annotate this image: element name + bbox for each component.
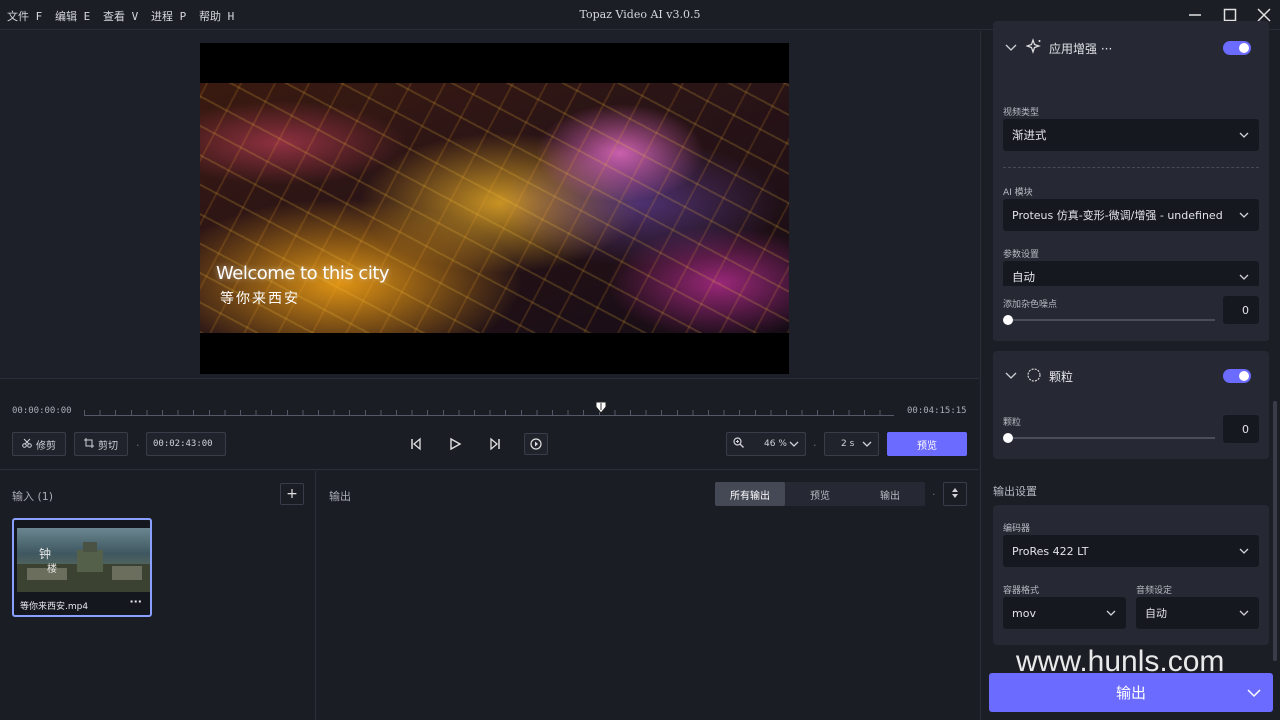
timeline-panel: 00:00:00:00 00:04:15:15 修剪 剪切 · 00:02:43… — [0, 378, 979, 470]
chevron-down-icon — [1238, 607, 1250, 619]
input-file-card[interactable]: 钟 楼 等你来西安.mp4 ··· — [12, 518, 152, 617]
video-type-select[interactable]: 渐进式 — [1003, 119, 1259, 151]
next-frame-icon[interactable] — [486, 435, 504, 453]
scissors-icon — [22, 438, 32, 451]
crop-icon — [84, 437, 94, 451]
chevron-down-icon — [1238, 271, 1250, 283]
params-value: 自动 — [1012, 270, 1035, 284]
chevron-down-icon — [862, 439, 872, 452]
params-label: 参数设置 — [1003, 250, 1040, 260]
playhead-icon[interactable] — [595, 401, 607, 414]
sort-icon — [951, 487, 959, 502]
output-filter-tabs: 所有输出 预览 输出 — [715, 482, 925, 506]
output-panel-title: 输出 — [329, 490, 351, 503]
enhancement-toggle[interactable] — [1223, 41, 1251, 55]
grain-toggle[interactable] — [1223, 369, 1251, 383]
preview-button[interactable]: 预览 — [887, 432, 967, 456]
input-panel: 输入 (1) + 钟 楼 等你来西安.mp4 ··· — [0, 471, 316, 720]
crop-button[interactable]: 剪切 — [74, 432, 128, 456]
zoom-value: 46 % — [764, 439, 787, 449]
grain-label: 颗粒 — [1003, 418, 1022, 428]
enhancement-title: 应用增强 ··· — [1049, 42, 1113, 56]
ai-model-select[interactable]: Proteus 仿真-变形-微调/增强 - undefined — [1003, 199, 1259, 231]
encoder-label: 编码器 — [1003, 524, 1031, 534]
video-frame-image: Welcome to this city 等你来西安 — [200, 83, 789, 333]
zoom-select[interactable]: 46 % — [726, 432, 806, 456]
sort-button[interactable] — [943, 482, 967, 506]
sparkle-icon — [1025, 38, 1042, 57]
encoder-select[interactable]: ProRes 422 LT — [1003, 535, 1259, 567]
tab-all-outputs[interactable]: 所有输出 — [715, 482, 785, 506]
grain-title: 颗粒 — [1049, 370, 1074, 384]
app-title: Topaz Video AI v3.0.5 — [579, 8, 701, 21]
add-input-button[interactable]: + — [280, 483, 304, 505]
chevron-down-icon[interactable] — [1247, 686, 1261, 704]
timeline-end-time: 00:04:15:15 — [907, 406, 967, 416]
video-caption-english: Welcome to this city — [216, 263, 390, 284]
grain-icon — [1026, 367, 1042, 386]
export-label: 输出 — [1115, 684, 1146, 702]
more-options-icon[interactable]: ··· — [129, 595, 142, 608]
output-settings-title: 输出设置 — [993, 485, 1037, 498]
grain-card: 颗粒 颗粒 0 — [993, 351, 1269, 459]
svg-text:钟: 钟 — [39, 546, 51, 561]
zoom-icon — [733, 437, 744, 451]
chevron-down-icon — [1238, 129, 1250, 141]
output-settings-card: 编码器 ProRes 422 LT 容器格式 mov 音频设定 自动 — [993, 505, 1269, 645]
svg-text:楼: 楼 — [47, 562, 57, 575]
input-panel-title: 输入 (1) — [12, 490, 54, 503]
grain-value-field[interactable]: 0 — [1223, 415, 1259, 443]
video-preview[interactable]: Welcome to this city 等你来西安 — [200, 43, 789, 374]
play-icon[interactable] — [446, 435, 464, 453]
previous-frame-icon[interactable] — [407, 435, 425, 453]
chevron-down-icon — [1238, 545, 1250, 557]
grain-slider-knob[interactable] — [1003, 433, 1013, 443]
noise-row: 添加杂色噪点 0 — [993, 286, 1269, 341]
sidebar-scrollbar[interactable] — [1273, 401, 1277, 661]
grain-slider[interactable] — [1007, 437, 1215, 439]
settings-sidebar: 应用增强 ··· 视频类型 渐进式 AI 模块 Proteus 仿真-变形-微调… — [980, 21, 1280, 720]
timeline-ruler[interactable] — [84, 407, 894, 416]
ai-model-value: Proteus 仿真-变形-微调/增强 - undefined — [1012, 209, 1223, 222]
tab-exports[interactable]: 输出 — [855, 482, 925, 506]
noise-value-field[interactable]: 0 — [1223, 296, 1259, 324]
audio-label: 音频设定 — [1136, 586, 1173, 596]
video-type-value: 渐进式 — [1012, 128, 1047, 142]
noise-slider-knob[interactable] — [1003, 315, 1013, 325]
input-thumbnail: 钟 楼 — [17, 528, 150, 592]
container-label: 容器格式 — [1003, 586, 1040, 596]
noise-label: 添加杂色噪点 — [1003, 300, 1058, 310]
current-time-field[interactable]: 00:02:43:00 — [146, 432, 226, 456]
trim-label: 修剪 — [36, 440, 56, 452]
container-value: mov — [1012, 606, 1036, 620]
chevron-down-icon[interactable] — [1005, 41, 1017, 56]
timeline-start-time: 00:00:00:00 — [12, 406, 72, 416]
audio-value: 自动 — [1145, 607, 1167, 620]
chevron-down-icon[interactable] — [1005, 369, 1017, 384]
video-caption-chinese: 等你来西安 — [220, 291, 300, 307]
interval-value: 2 s — [841, 439, 855, 449]
compare-view-icon[interactable] — [524, 433, 548, 455]
crop-label: 剪切 — [98, 440, 118, 452]
audio-select[interactable]: 自动 — [1136, 597, 1259, 629]
noise-slider[interactable] — [1007, 319, 1215, 321]
interval-select[interactable]: 2 s — [824, 432, 879, 456]
watermark-text: www.hunls.com — [1016, 645, 1225, 678]
tab-previews[interactable]: 预览 — [785, 482, 855, 506]
output-panel: 输出 所有输出 预览 输出 · — [317, 471, 979, 720]
video-type-label: 视频类型 — [1003, 108, 1040, 118]
container-select[interactable]: mov — [1003, 597, 1126, 629]
chevron-down-icon — [1105, 607, 1117, 619]
chevron-down-icon — [1238, 209, 1250, 221]
trim-button[interactable]: 修剪 — [12, 432, 66, 456]
chevron-down-icon — [789, 439, 799, 452]
encoder-value: ProRes 422 LT — [1012, 544, 1089, 558]
input-file-name: 等你来西安.mp4 — [20, 602, 89, 612]
ai-model-label: AI 模块 — [1003, 188, 1033, 198]
